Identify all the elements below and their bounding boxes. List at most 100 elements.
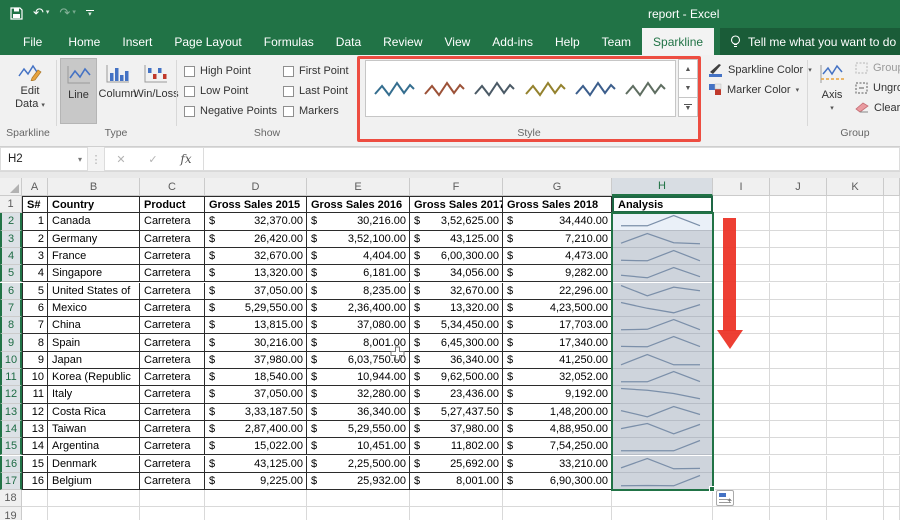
- cell-K4[interactable]: [827, 248, 884, 265]
- cell-I5[interactable]: [713, 265, 770, 282]
- style-swatch-5[interactable]: [574, 72, 618, 106]
- cell-B13[interactable]: Costa Rica: [48, 404, 140, 421]
- redo-button[interactable]: ↷▾: [59, 4, 75, 22]
- cell-A3[interactable]: 2: [22, 231, 48, 248]
- cell-A9[interactable]: 8: [22, 334, 48, 351]
- cell-E7[interactable]: $2,36,400.00: [307, 300, 410, 317]
- cell-E9[interactable]: $8,001.00: [307, 334, 410, 351]
- cell-B16[interactable]: Denmark: [48, 456, 140, 473]
- cell-B14[interactable]: Taiwan: [48, 421, 140, 438]
- cell-B18[interactable]: [48, 490, 140, 507]
- cell-F14[interactable]: $37,980.00: [410, 421, 503, 438]
- cell-F12[interactable]: $23,436.00: [410, 386, 503, 403]
- cell-B11[interactable]: Korea (Republic: [48, 369, 140, 386]
- cell-D14[interactable]: $2,87,400.00: [205, 421, 307, 438]
- cell-C10[interactable]: Carretera: [140, 352, 205, 369]
- cell-B2[interactable]: Canada: [48, 213, 140, 230]
- cell-C7[interactable]: Carretera: [140, 300, 205, 317]
- cell-K12[interactable]: [827, 386, 884, 403]
- cell-stub1[interactable]: [884, 196, 900, 213]
- column-header-I[interactable]: I: [713, 178, 770, 196]
- column-header-C[interactable]: C: [140, 178, 205, 196]
- undo-dropdown-icon[interactable]: ▾: [46, 4, 50, 22]
- cell-A16[interactable]: 15: [22, 456, 48, 473]
- cell-F1[interactable]: Gross Sales 2017: [410, 196, 503, 213]
- cell-J1[interactable]: [770, 196, 827, 213]
- cell-F17[interactable]: $8,001.00: [410, 473, 503, 490]
- cell-K10[interactable]: [827, 352, 884, 369]
- cell-B1[interactable]: Country: [48, 196, 140, 213]
- cell-J13[interactable]: [770, 404, 827, 421]
- cell-B6[interactable]: United States of: [48, 283, 140, 300]
- cell-G2[interactable]: $34,440.00: [503, 213, 612, 230]
- cell-stub18[interactable]: [884, 490, 900, 507]
- cell-D15[interactable]: $15,022.00: [205, 438, 307, 455]
- cell-stub7[interactable]: [884, 300, 900, 317]
- cell-F13[interactable]: $5,27,437.50: [410, 404, 503, 421]
- marker-color-button[interactable]: Marker Color▾: [708, 83, 799, 96]
- cell-F5[interactable]: $34,056.00: [410, 265, 503, 282]
- style-swatch-2[interactable]: [423, 72, 467, 106]
- cell-G4[interactable]: $4,473.00: [503, 248, 612, 265]
- cell-E19[interactable]: [307, 507, 410, 520]
- insert-function-icon[interactable]: fx: [180, 152, 191, 166]
- cell-H2-sparkline[interactable]: [612, 213, 713, 230]
- cell-J14[interactable]: [770, 421, 827, 438]
- cell-F11[interactable]: $9,62,500.00: [410, 369, 503, 386]
- cell-H14-sparkline[interactable]: [612, 421, 713, 438]
- row-header-2[interactable]: 2: [0, 213, 22, 230]
- cell-B5[interactable]: Singapore: [48, 265, 140, 282]
- cell-J5[interactable]: [770, 265, 827, 282]
- cell-H13-sparkline[interactable]: [612, 404, 713, 421]
- row-header-7[interactable]: 7: [0, 300, 22, 317]
- cell-B19[interactable]: [48, 507, 140, 520]
- cell-G8[interactable]: $17,703.00: [503, 317, 612, 334]
- cell-C12[interactable]: Carretera: [140, 386, 205, 403]
- cell-D17[interactable]: $9,225.00: [205, 473, 307, 490]
- save-icon[interactable]: [10, 7, 23, 20]
- cell-B7[interactable]: Mexico: [48, 300, 140, 317]
- cell-K9[interactable]: [827, 334, 884, 351]
- cell-E12[interactable]: $32,280.00: [307, 386, 410, 403]
- tab-data[interactable]: Data: [325, 28, 372, 55]
- checkbox-high-point[interactable]: High Point: [184, 65, 251, 77]
- cell-D8[interactable]: $13,815.00: [205, 317, 307, 334]
- row-header-6[interactable]: 6: [0, 283, 22, 300]
- cell-D3[interactable]: $26,420.00: [205, 231, 307, 248]
- cell-H11-sparkline[interactable]: [612, 369, 713, 386]
- cell-stub15[interactable]: [884, 438, 900, 455]
- cell-C1[interactable]: Product: [140, 196, 205, 213]
- row-header-3[interactable]: 3: [0, 231, 22, 248]
- cell-C11[interactable]: Carretera: [140, 369, 205, 386]
- cell-B12[interactable]: Italy: [48, 386, 140, 403]
- cell-E13[interactable]: $36,340.00: [307, 404, 410, 421]
- cell-stub9[interactable]: [884, 334, 900, 351]
- gallery-scroll-down-icon[interactable]: ▼: [678, 78, 698, 98]
- cell-G11[interactable]: $32,052.00: [503, 369, 612, 386]
- cell-G19[interactable]: [503, 507, 612, 520]
- tab-page-layout[interactable]: Page Layout: [163, 28, 252, 55]
- cell-I16[interactable]: [713, 456, 770, 473]
- cell-A10[interactable]: 9: [22, 352, 48, 369]
- cell-A4[interactable]: 3: [22, 248, 48, 265]
- cell-A1[interactable]: S#: [22, 196, 48, 213]
- cell-H18[interactable]: [612, 490, 713, 507]
- cell-F19[interactable]: [410, 507, 503, 520]
- ungroup-button[interactable]: Ungroup: [855, 82, 900, 94]
- cell-H4-sparkline[interactable]: [612, 248, 713, 265]
- cell-D13[interactable]: $3,33,187.50: [205, 404, 307, 421]
- cell-A14[interactable]: 13: [22, 421, 48, 438]
- cell-D11[interactable]: $18,540.00: [205, 369, 307, 386]
- cell-K5[interactable]: [827, 265, 884, 282]
- cell-J18[interactable]: [770, 490, 827, 507]
- column-header-B[interactable]: B: [48, 178, 140, 196]
- cell-C8[interactable]: Carretera: [140, 317, 205, 334]
- checkbox-negative-points[interactable]: Negative Points: [184, 105, 277, 117]
- cell-K7[interactable]: [827, 300, 884, 317]
- redo-dropdown-icon[interactable]: ▾: [72, 4, 76, 22]
- cell-A13[interactable]: 12: [22, 404, 48, 421]
- cell-I14[interactable]: [713, 421, 770, 438]
- row-header-17[interactable]: 17: [0, 473, 22, 490]
- gallery-scroll-up-icon[interactable]: ▲: [678, 59, 698, 79]
- cell-H15-sparkline[interactable]: [612, 438, 713, 455]
